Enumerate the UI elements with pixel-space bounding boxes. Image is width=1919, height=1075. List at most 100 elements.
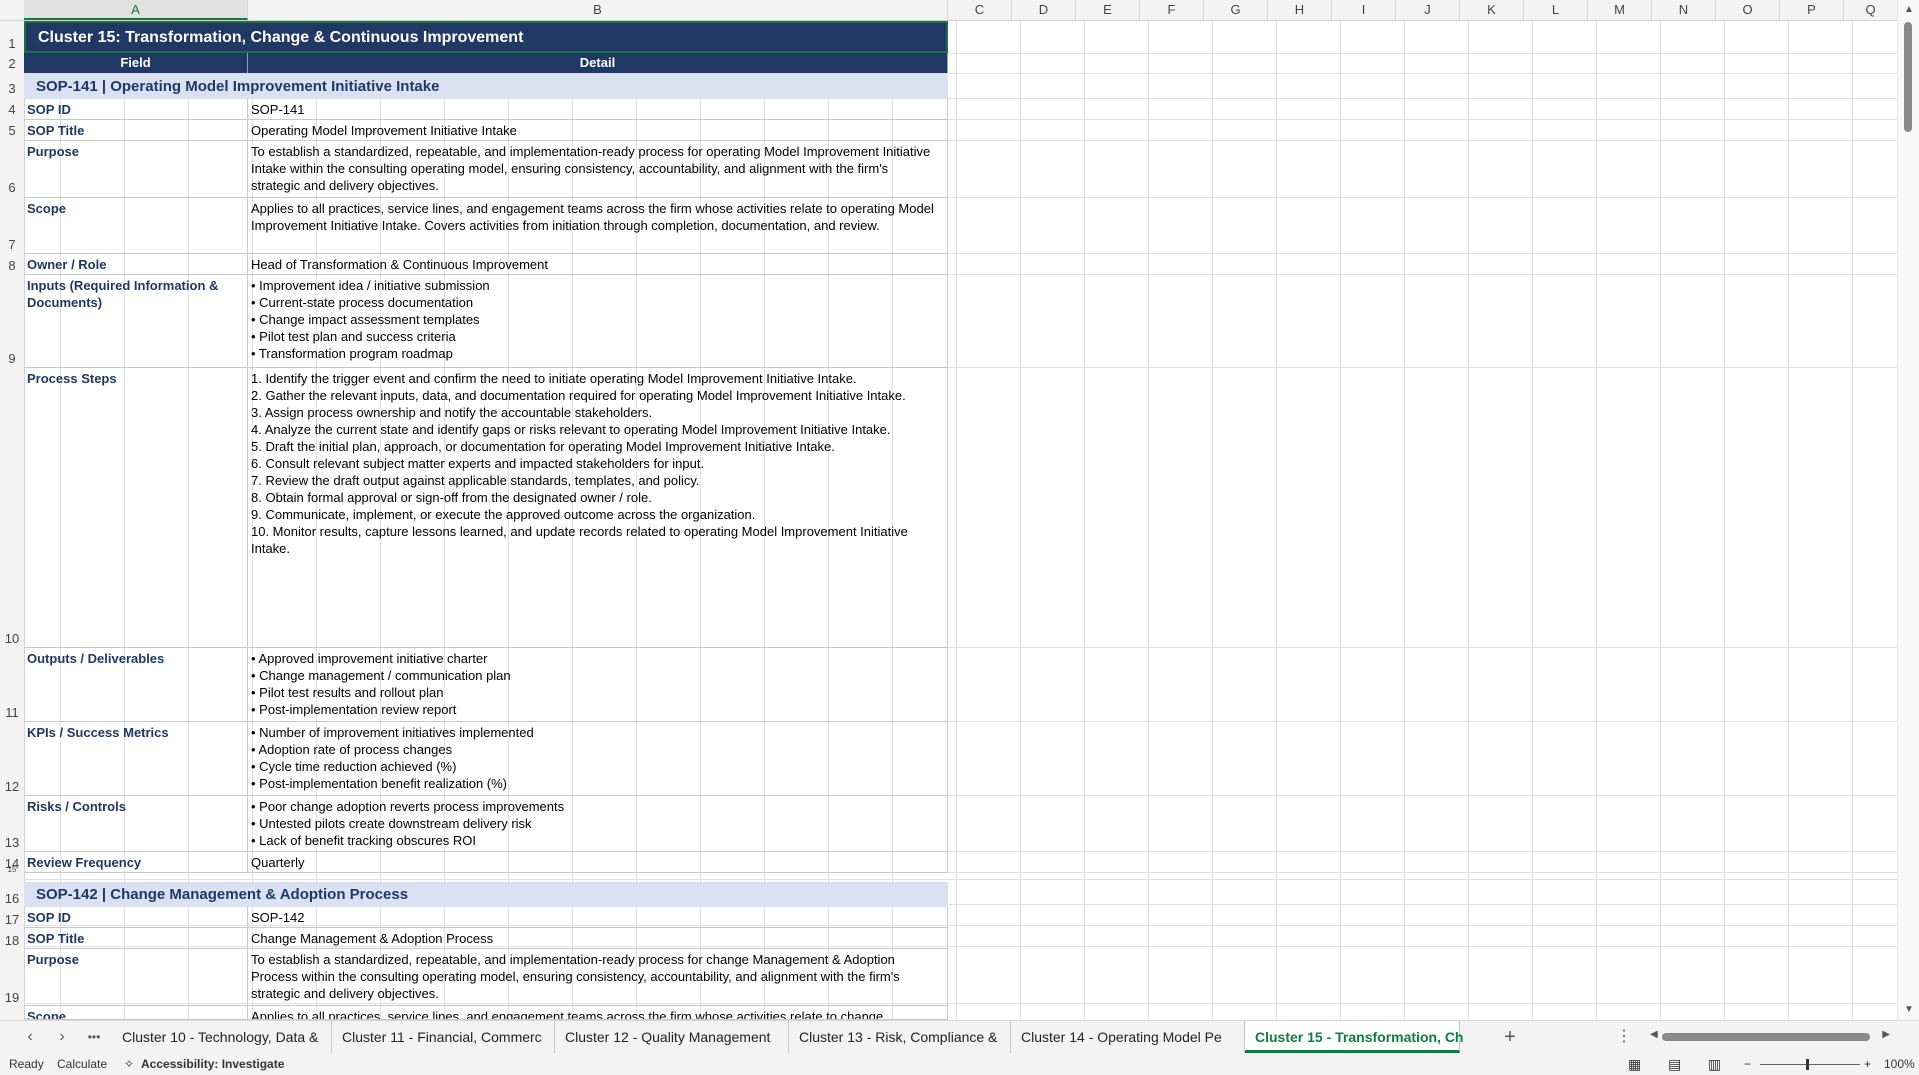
field-label[interactable]: Outputs / Deliverables bbox=[24, 648, 248, 722]
detail-value[interactable]: Head of Transformation & Continuous Impr… bbox=[248, 254, 948, 275]
field-label[interactable]: Scope bbox=[24, 1006, 248, 1020]
row-number[interactable]: 5 bbox=[0, 123, 24, 138]
row-number[interactable]: 11 bbox=[0, 705, 24, 720]
row-number[interactable]: 10 bbox=[0, 631, 24, 646]
field-label[interactable]: SOP Title bbox=[24, 120, 248, 141]
add-sheet-icon[interactable]: + bbox=[1496, 1021, 1524, 1053]
column-header-o[interactable]: O bbox=[1716, 0, 1780, 20]
select-all-corner[interactable] bbox=[0, 0, 25, 20]
tab-next-icon[interactable]: › bbox=[48, 1021, 76, 1053]
row-number[interactable]: 13 bbox=[0, 835, 24, 850]
field-label[interactable]: Purpose bbox=[24, 141, 248, 198]
row-number[interactable]: 2 bbox=[0, 56, 24, 71]
header-field[interactable]: Field bbox=[24, 53, 248, 73]
column-header-d[interactable]: D bbox=[1012, 0, 1076, 20]
detail-value[interactable]: Quarterly bbox=[248, 852, 948, 873]
section-header-sop-141[interactable]: SOP-141 | Operating Model Improvement In… bbox=[24, 74, 948, 99]
scroll-down-icon[interactable]: ▼ bbox=[1904, 1004, 1914, 1015]
header-detail[interactable]: Detail bbox=[248, 53, 948, 73]
detail-value[interactable]: To establish a standardized, repeatable,… bbox=[248, 141, 948, 198]
detail-value[interactable]: • Approved improvement initiative charte… bbox=[248, 648, 948, 722]
field-label[interactable]: Scope bbox=[24, 198, 248, 254]
tab-cluster-15[interactable]: Cluster 15 - Transformation, Ch bbox=[1245, 1021, 1463, 1053]
column-header-e[interactable]: E bbox=[1076, 0, 1140, 20]
detail-value[interactable]: Applies to all practices, service lines,… bbox=[248, 198, 948, 254]
row-number[interactable]: 8 bbox=[0, 258, 24, 273]
row-number[interactable]: 1 bbox=[0, 36, 24, 51]
field-label[interactable]: Review Frequency bbox=[24, 852, 248, 873]
detail-value[interactable]: To establish a standardized, repeatable,… bbox=[248, 949, 948, 1006]
row-number[interactable]: 6 bbox=[0, 180, 24, 195]
column-header-b[interactable]: B bbox=[248, 0, 948, 20]
detail-value[interactable]: • Poor change adoption reverts process i… bbox=[248, 796, 948, 852]
tab-cluster-11[interactable]: Cluster 11 - Financial, Commerc bbox=[332, 1021, 555, 1053]
zoom-slider-thumb[interactable] bbox=[1806, 1059, 1809, 1070]
detail-value[interactable]: 1. Identify the trigger event and confir… bbox=[248, 368, 948, 648]
column-header-g[interactable]: G bbox=[1204, 0, 1268, 20]
zoom-in-icon[interactable]: + bbox=[1864, 1054, 1871, 1075]
detail-value[interactable]: Operating Model Improvement Initiative I… bbox=[248, 120, 948, 141]
tab-prev-icon[interactable]: ‹ bbox=[16, 1021, 44, 1053]
tab-cluster-13[interactable]: Cluster 13 - Risk, Compliance & bbox=[789, 1021, 1011, 1053]
column-header-l[interactable]: L bbox=[1524, 0, 1588, 20]
detail-value[interactable]: SOP-142 bbox=[248, 907, 948, 928]
tab-cluster-10[interactable]: Cluster 10 - Technology, Data & bbox=[112, 1021, 332, 1053]
field-label[interactable]: Purpose bbox=[24, 949, 248, 1006]
detail-value[interactable]: • Improvement idea / initiative submissi… bbox=[248, 275, 948, 368]
status-accessibility[interactable]: Accessibility: Investigate bbox=[141, 1054, 284, 1075]
detail-value[interactable]: Change Management & Adoption Process bbox=[248, 928, 948, 949]
row-number[interactable]: 19 bbox=[0, 990, 24, 1005]
row-number[interactable]: 16 bbox=[0, 891, 24, 906]
column-header-p[interactable]: P bbox=[1780, 0, 1844, 20]
field-label[interactable]: KPIs / Success Metrics bbox=[24, 722, 248, 796]
row-number[interactable]: 18 bbox=[0, 933, 24, 948]
row-number[interactable]: 17 bbox=[0, 912, 24, 927]
column-header-q[interactable]: Q bbox=[1844, 0, 1898, 20]
column-header-f[interactable]: F bbox=[1140, 0, 1204, 20]
horizontal-scrollbar[interactable]: ◀ ▶ bbox=[1650, 1029, 1890, 1045]
vertical-scroll-thumb[interactable] bbox=[1904, 22, 1912, 132]
detail-value[interactable]: SOP-141 bbox=[248, 99, 948, 120]
field-label[interactable]: Inputs (Required Information & Documents… bbox=[24, 275, 248, 368]
zoom-level[interactable]: 100% bbox=[1884, 1054, 1915, 1075]
horizontal-scroll-thumb[interactable] bbox=[1662, 1033, 1870, 1041]
row-number[interactable]: 4 bbox=[0, 102, 24, 117]
row-number[interactable]: 3 bbox=[0, 81, 24, 96]
detail-value[interactable]: • Number of improvement initiatives impl… bbox=[248, 722, 948, 796]
accessibility-icon[interactable]: ✧ bbox=[124, 1054, 134, 1075]
section-header-sop-142[interactable]: SOP-142 | Change Management & Adoption P… bbox=[24, 882, 948, 907]
field-label[interactable]: Owner / Role bbox=[24, 254, 248, 275]
field-label[interactable]: SOP Title bbox=[24, 928, 248, 949]
column-header-j[interactable]: J bbox=[1396, 0, 1460, 20]
zoom-out-icon[interactable]: − bbox=[1744, 1054, 1751, 1075]
tab-cluster-14[interactable]: Cluster 14 - Operating Model Pe bbox=[1011, 1021, 1245, 1053]
scroll-right-icon[interactable]: ▶ bbox=[1882, 1029, 1890, 1040]
column-header-h[interactable]: H bbox=[1268, 0, 1332, 20]
column-header-i[interactable]: I bbox=[1332, 0, 1396, 20]
row-number[interactable]: 9 bbox=[0, 351, 24, 366]
tab-cluster-12[interactable]: Cluster 12 - Quality Management bbox=[555, 1021, 789, 1053]
more-options-icon[interactable]: ⋮ bbox=[1610, 1021, 1638, 1053]
scroll-left-icon[interactable]: ◀ bbox=[1650, 1029, 1658, 1040]
scroll-up-icon[interactable]: ▲ bbox=[1904, 4, 1914, 15]
page-break-icon[interactable]: ▥ bbox=[1708, 1054, 1721, 1075]
column-header-m[interactable]: M bbox=[1588, 0, 1652, 20]
field-label[interactable]: SOP ID bbox=[24, 99, 248, 120]
column-header-n[interactable]: N bbox=[1652, 0, 1716, 20]
column-header-c[interactable]: C bbox=[948, 0, 1012, 20]
row-number[interactable]: 7 bbox=[0, 237, 24, 252]
vertical-scrollbar[interactable]: ▲ ▼ bbox=[1897, 0, 1919, 1020]
normal-view-icon[interactable]: ▦ bbox=[1628, 1054, 1641, 1075]
status-calculate[interactable]: Calculate bbox=[57, 1054, 107, 1075]
row-number[interactable]: 12 bbox=[0, 779, 24, 794]
zoom-slider[interactable] bbox=[1760, 1064, 1860, 1065]
row-number[interactable]: 15 bbox=[0, 866, 24, 874]
page-layout-icon[interactable]: ▤ bbox=[1668, 1054, 1681, 1075]
field-label[interactable]: Risks / Controls bbox=[24, 796, 248, 852]
column-header-a[interactable]: A bbox=[24, 0, 248, 20]
field-label[interactable]: SOP ID bbox=[24, 907, 248, 928]
detail-value[interactable]: Applies to all practices, service lines,… bbox=[248, 1006, 948, 1020]
field-label[interactable]: Process Steps bbox=[24, 368, 248, 648]
sheet-title-cell[interactable]: Cluster 15: Transformation, Change & Con… bbox=[24, 21, 948, 53]
column-header-k[interactable]: K bbox=[1460, 0, 1524, 20]
